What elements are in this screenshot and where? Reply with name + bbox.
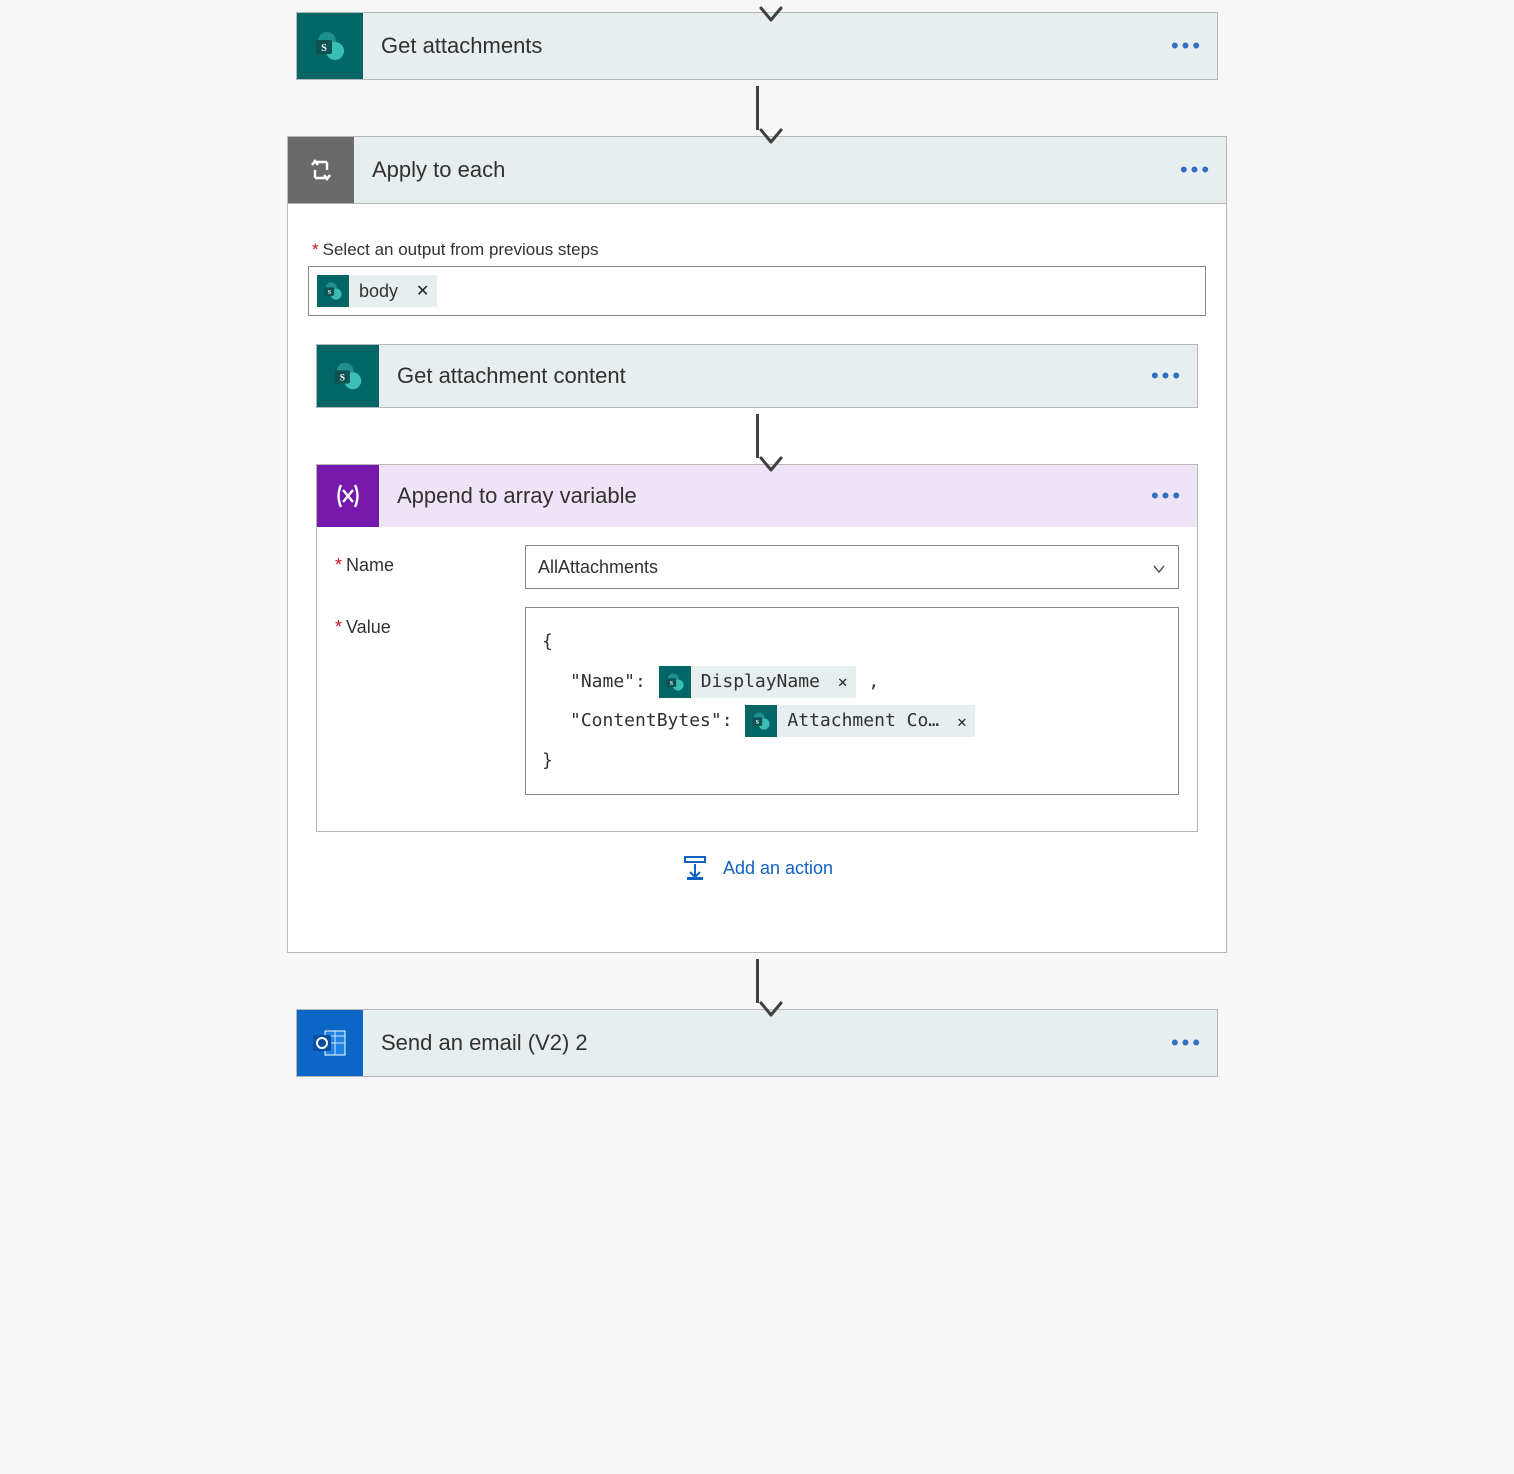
flow-arrow: [756, 414, 759, 458]
action-append-to-array: Append to array variable ••• *Name AllAt…: [316, 464, 1198, 832]
svg-text:S: S: [340, 374, 345, 384]
field-label-name: *Name: [335, 545, 525, 576]
sharepoint-icon: S: [317, 275, 349, 307]
chevron-down-icon: [1152, 560, 1166, 574]
code-line: }: [542, 741, 1162, 781]
code-line: "Name": S: [542, 662, 1162, 702]
svg-text:S: S: [669, 681, 673, 687]
token-remove-icon[interactable]: ✕: [949, 704, 975, 739]
token-attachment-content[interactable]: S Attachment Co… ✕: [745, 705, 974, 737]
flow-arrow: [756, 959, 759, 1003]
token-label: body: [349, 281, 408, 302]
ellipsis-icon[interactable]: •••: [1137, 465, 1197, 527]
action-header[interactable]: Append to array variable •••: [317, 465, 1197, 527]
loop-header[interactable]: Apply to each •••: [288, 137, 1226, 204]
action-send-email[interactable]: Send an email (V2) 2 •••: [296, 1009, 1218, 1077]
variable-icon: [317, 465, 379, 527]
sharepoint-icon: S: [745, 705, 777, 737]
code-line: {: [542, 622, 1162, 662]
loop-icon: [288, 137, 354, 203]
loop-title: Apply to each: [354, 137, 1166, 203]
sharepoint-icon: S: [317, 345, 379, 407]
add-action-button[interactable]: Add an action: [681, 854, 833, 882]
name-select[interactable]: AllAttachments: [525, 545, 1179, 589]
ellipsis-icon[interactable]: •••: [1157, 1010, 1217, 1076]
insert-step-icon: [681, 854, 709, 882]
sharepoint-icon: S: [297, 13, 363, 79]
action-title: Send an email (V2) 2: [363, 1010, 1157, 1076]
svg-text:S: S: [756, 720, 760, 726]
select-output-input[interactable]: S body ✕: [308, 266, 1206, 316]
token-remove-icon[interactable]: ✕: [408, 281, 437, 301]
ellipsis-icon[interactable]: •••: [1157, 13, 1217, 79]
action-title: Append to array variable: [379, 465, 1137, 527]
value-input[interactable]: { "Name":: [525, 607, 1179, 795]
token-body[interactable]: S body ✕: [317, 275, 437, 307]
field-label: *Select an output from previous steps: [312, 240, 1206, 260]
add-action-label: Add an action: [723, 858, 833, 879]
ellipsis-icon[interactable]: •••: [1166, 137, 1226, 203]
loop-apply-to-each: Apply to each ••• *Select an output from…: [287, 136, 1227, 953]
svg-text:S: S: [328, 290, 332, 296]
code-line: "ContentBytes": S: [542, 701, 1162, 741]
name-select-value: AllAttachments: [538, 557, 658, 578]
svg-text:S: S: [321, 43, 327, 54]
action-get-attachment-content[interactable]: S Get attachment content •••: [316, 344, 1198, 408]
token-label: Attachment Co…: [777, 701, 949, 741]
action-title: Get attachment content: [379, 345, 1137, 407]
token-label: DisplayName: [691, 662, 830, 702]
token-displayname[interactable]: S DisplayName ✕: [659, 666, 856, 698]
outlook-icon: [297, 1010, 363, 1076]
ellipsis-icon[interactable]: •••: [1137, 345, 1197, 407]
token-remove-icon[interactable]: ✕: [830, 664, 856, 699]
flow-arrow: [756, 86, 759, 130]
sharepoint-icon: S: [659, 666, 691, 698]
field-label-value: *Value: [335, 607, 525, 638]
